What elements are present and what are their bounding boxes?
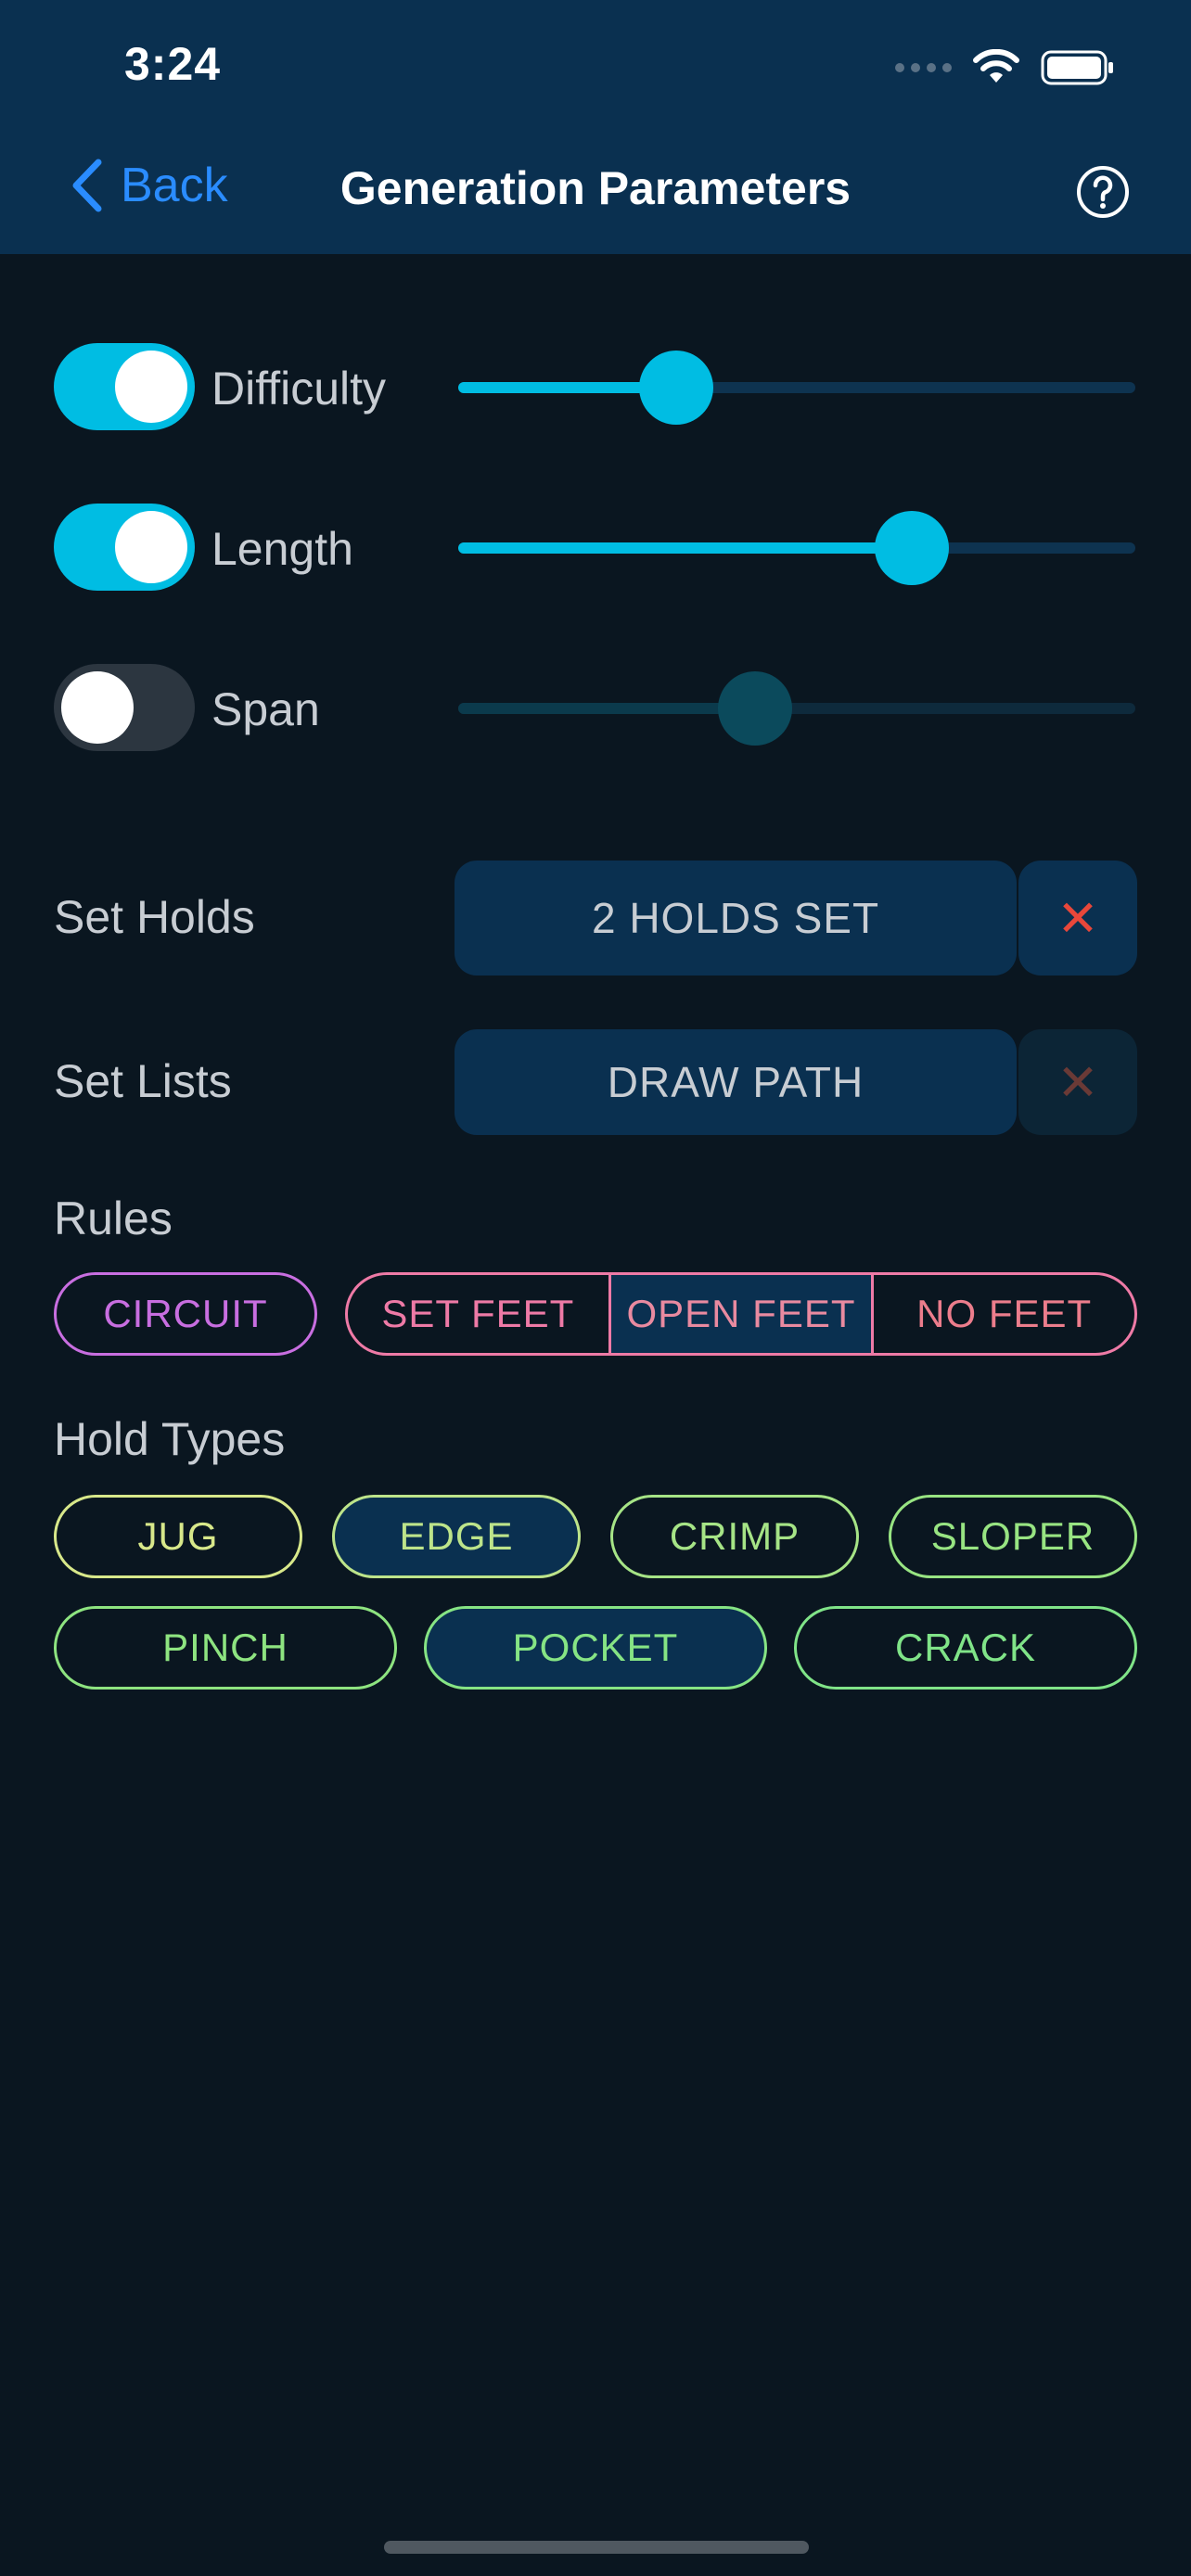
clear-holds-button[interactable]: ✕ bbox=[1018, 861, 1137, 976]
length-row: Length bbox=[54, 504, 1135, 593]
span-slider[interactable] bbox=[458, 664, 1135, 751]
screen: 3:24 Back Generation Parameters Difficul… bbox=[0, 0, 1191, 2576]
header: 3:24 Back Generation Parameters bbox=[0, 0, 1191, 254]
circuit-chip[interactable]: CIRCUIT bbox=[54, 1272, 317, 1356]
draw-path-button[interactable]: DRAW PATH bbox=[455, 1029, 1017, 1135]
help-button[interactable] bbox=[1076, 165, 1130, 219]
span-row: Span bbox=[54, 664, 1135, 753]
difficulty-toggle[interactable] bbox=[54, 343, 195, 430]
hold-types-label: Hold Types bbox=[54, 1413, 286, 1465]
rules-label: Rules bbox=[54, 1192, 173, 1244]
cellular-signal-icon bbox=[895, 63, 952, 72]
set-holds-label: Set Holds bbox=[54, 891, 255, 943]
page-title: Generation Parameters bbox=[339, 162, 852, 214]
set-feet-option[interactable]: SET FEET bbox=[348, 1275, 608, 1353]
hold-type-pinch-chip[interactable]: PINCH bbox=[54, 1606, 397, 1690]
span-slider-thumb[interactable] bbox=[717, 671, 792, 746]
hold-type-pocket-chip[interactable]: POCKET bbox=[424, 1606, 767, 1690]
hold-type-crimp-chip[interactable]: CRIMP bbox=[610, 1495, 859, 1578]
set-lists-label: Set Lists bbox=[54, 1055, 232, 1107]
hold-type-jug-chip[interactable]: JUG bbox=[54, 1495, 302, 1578]
length-toggle[interactable] bbox=[54, 504, 195, 591]
hold-type-edge-chip[interactable]: EDGE bbox=[332, 1495, 581, 1578]
span-toggle[interactable] bbox=[54, 664, 195, 751]
set-holds-button[interactable]: 2 HOLDS SET bbox=[455, 861, 1017, 976]
status-icons bbox=[895, 46, 1115, 89]
hold-type-crack-chip[interactable]: CRACK bbox=[794, 1606, 1137, 1690]
no-feet-option[interactable]: NO FEET bbox=[871, 1275, 1134, 1353]
feet-segmented-control: SET FEET OPEN FEET NO FEET bbox=[345, 1272, 1137, 1356]
difficulty-slider-thumb[interactable] bbox=[639, 351, 713, 425]
length-label: Length bbox=[211, 523, 353, 575]
hold-type-sloper-chip[interactable]: SLOPER bbox=[889, 1495, 1137, 1578]
wifi-icon bbox=[973, 49, 1019, 83]
difficulty-slider[interactable] bbox=[458, 343, 1135, 430]
home-indicator[interactable] bbox=[384, 2541, 809, 2554]
clear-lists-button[interactable]: ✕ bbox=[1018, 1029, 1137, 1135]
length-slider[interactable] bbox=[458, 504, 1135, 591]
open-feet-option[interactable]: OPEN FEET bbox=[608, 1275, 872, 1353]
question-circle-icon bbox=[1077, 166, 1129, 218]
status-time: 3:24 bbox=[124, 38, 222, 90]
battery-icon bbox=[1041, 50, 1113, 85]
difficulty-row: Difficulty bbox=[54, 343, 1135, 432]
difficulty-label: Difficulty bbox=[211, 363, 387, 414]
span-label: Span bbox=[211, 683, 320, 735]
length-slider-thumb[interactable] bbox=[874, 511, 949, 585]
